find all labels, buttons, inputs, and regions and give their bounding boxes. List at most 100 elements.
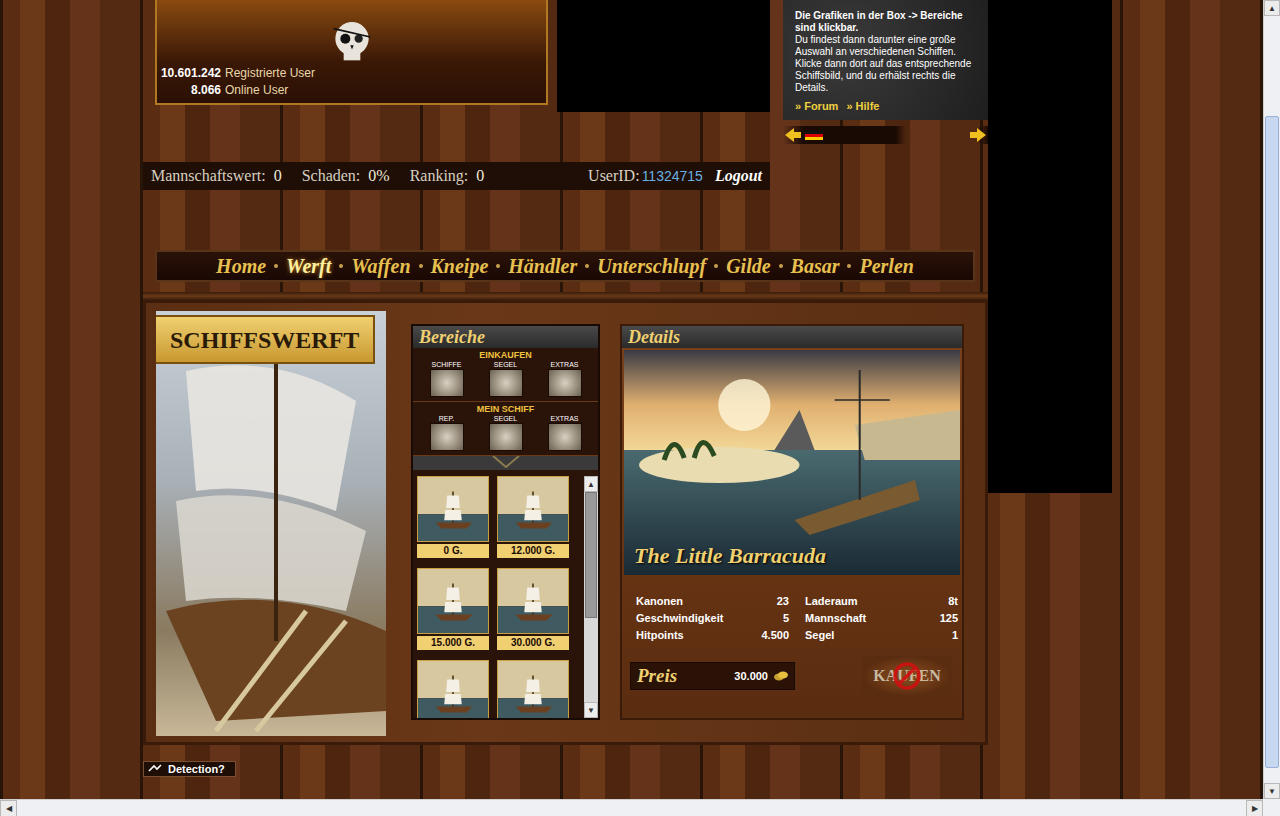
help-link[interactable]: » Forum xyxy=(795,100,838,112)
ship-stat: Geschwindigkeit5 xyxy=(636,610,789,627)
ship-image: The Little Barracuda xyxy=(624,350,960,575)
ship-icon xyxy=(498,569,568,633)
area-button[interactable]: REP. xyxy=(422,414,472,451)
area-button[interactable]: SCHIFFE xyxy=(422,360,472,397)
side-ad xyxy=(988,0,1112,493)
help-link[interactable]: » Hilfe xyxy=(846,100,879,112)
ship-card[interactable]: 12.000 G. xyxy=(497,476,569,558)
nav-separator xyxy=(847,264,851,268)
stat-item: Mannschaftswert:0 xyxy=(151,167,282,185)
link-icon xyxy=(148,764,162,774)
online-users: 8.066 Online User xyxy=(159,82,315,99)
ship-thumbnail xyxy=(497,568,569,634)
detection-button[interactable]: Detection? xyxy=(143,761,236,777)
skull-icon xyxy=(327,12,377,72)
horizontal-scrollbar[interactable]: ◀ ▶ xyxy=(0,799,1263,816)
shipyard-panel: SCHIFFSWERFT Bereiche EINKAUFEN SCHIFFE … xyxy=(143,300,988,745)
nav-separator xyxy=(779,264,783,268)
ship-list: 0 G. 12.000 G. 15.000 G. 30.000 G. xyxy=(417,476,580,718)
nav-separator xyxy=(419,264,423,268)
nav-item[interactable]: Home xyxy=(215,255,267,278)
area-icon xyxy=(489,369,523,397)
main-nav: Home Werft Waffen Kneipe Händler Untersc… xyxy=(155,250,975,282)
nav-item[interactable]: Perlen xyxy=(858,255,914,278)
details-panel: Details The Little Barracuda Kanonen23La… xyxy=(620,324,964,720)
shipyard-image: SCHIFFSWERFT xyxy=(156,311,386,736)
scroll-thumb[interactable] xyxy=(1265,116,1279,768)
area-icon xyxy=(548,423,582,451)
ship-icon xyxy=(418,661,488,718)
ship-scene-icon xyxy=(624,350,960,575)
ship-stats: Kanonen23Laderaum8tGeschwindigkeit5Manns… xyxy=(622,577,962,644)
nav-item[interactable]: Werft xyxy=(285,255,332,278)
registered-users: 10.601.242 Registrierte User xyxy=(159,65,315,82)
ship-card[interactable] xyxy=(497,660,569,718)
nav-separator xyxy=(714,264,718,268)
list-scrollbar[interactable]: ▲ ▼ xyxy=(584,476,598,718)
area-icon xyxy=(548,369,582,397)
ship-card[interactable]: 15.000 G. xyxy=(417,568,489,650)
ship-icon xyxy=(498,661,568,718)
area-group: MEIN SCHIFF REP. SEGEL EXTRAS xyxy=(413,402,598,456)
ship-icon xyxy=(418,477,488,541)
ship-stat: Hitpoints4.500 xyxy=(636,627,789,644)
german-flag-icon[interactable] xyxy=(805,131,823,140)
ship-card[interactable] xyxy=(417,660,489,718)
ship-stat: Segel1 xyxy=(805,627,958,644)
nav-separator xyxy=(339,264,343,268)
area-icon xyxy=(430,423,464,451)
nav-item[interactable]: Basar xyxy=(790,255,841,278)
nav-separator xyxy=(496,264,500,268)
area-button[interactable]: EXTRAS xyxy=(540,414,590,451)
ship-card[interactable]: 0 G. xyxy=(417,476,489,558)
buy-button[interactable]: KAUFEN xyxy=(862,656,952,696)
divider xyxy=(143,292,988,300)
nav-item[interactable]: Händler xyxy=(507,255,578,278)
nav-item[interactable]: Gilde xyxy=(725,255,771,278)
ad-banner xyxy=(557,0,770,112)
area-group: EINKAUFEN SCHIFFE SEGEL EXTRAS xyxy=(413,348,598,402)
logo-banner: 10.601.242 Registrierte User 8.066 Onlin… xyxy=(155,0,548,105)
price-box: Preis 30.000 xyxy=(630,662,795,690)
ship-thumbnail xyxy=(417,660,489,718)
viewport: 10.601.242 Registrierte User 8.066 Onlin… xyxy=(0,0,1263,799)
divider xyxy=(413,456,598,470)
info-box: Die Grafiken in der Box -> Bereiche sind… xyxy=(783,0,988,120)
nav-item[interactable]: Waffen xyxy=(350,255,411,278)
ship-under-construction-icon xyxy=(156,311,386,736)
areas-panel: Bereiche EINKAUFEN SCHIFFE SEGEL EXTRAS … xyxy=(411,324,600,720)
ship-name: The Little Barracuda xyxy=(634,543,826,569)
area-icon xyxy=(489,423,523,451)
ship-price: 12.000 G. xyxy=(497,544,569,558)
ship-icon xyxy=(418,569,488,633)
coins-icon xyxy=(774,670,788,682)
ship-card[interactable]: 30.000 G. xyxy=(497,568,569,650)
stats-bar: Mannschaftswert:0 Schaden:0% Ranking:0 Use… xyxy=(143,162,770,190)
nav-item[interactable]: Unterschlupf xyxy=(596,255,707,278)
main-column: 10.601.242 Registrierte User 8.066 Onlin… xyxy=(143,0,988,777)
page-scrollbar[interactable]: ▲ ▼ xyxy=(1263,0,1280,799)
ship-thumbnail xyxy=(417,476,489,542)
area-button[interactable]: SEGEL xyxy=(481,360,531,397)
nav-item[interactable]: Kneipe xyxy=(430,255,490,278)
scroll-thumb[interactable] xyxy=(585,492,597,618)
ship-price: 15.000 G. xyxy=(417,636,489,650)
ship-thumbnail xyxy=(417,568,489,634)
stat-item: Ranking:0 xyxy=(410,167,485,185)
area-button[interactable]: EXTRAS xyxy=(540,360,590,397)
user-id: UserID:11324715 xyxy=(588,167,703,185)
ship-thumbnail xyxy=(497,476,569,542)
ship-price: 0 G. xyxy=(417,544,489,558)
logout-button[interactable]: Logout xyxy=(715,167,762,185)
arrow-left-icon[interactable] xyxy=(785,128,801,142)
details-title: Details xyxy=(622,326,962,348)
ship-stat: Kanonen23 xyxy=(636,593,789,610)
area-button[interactable]: SEGEL xyxy=(481,414,531,451)
not-allowed-icon xyxy=(892,661,922,691)
stat-item: Schaden:0% xyxy=(302,167,390,185)
arrow-right-icon[interactable] xyxy=(970,128,986,142)
game-page: 10.601.242 Registrierte User 8.066 Onlin… xyxy=(0,0,1280,816)
ship-thumbnail xyxy=(497,660,569,718)
area-icon xyxy=(430,369,464,397)
ship-price: 30.000 G. xyxy=(497,636,569,650)
